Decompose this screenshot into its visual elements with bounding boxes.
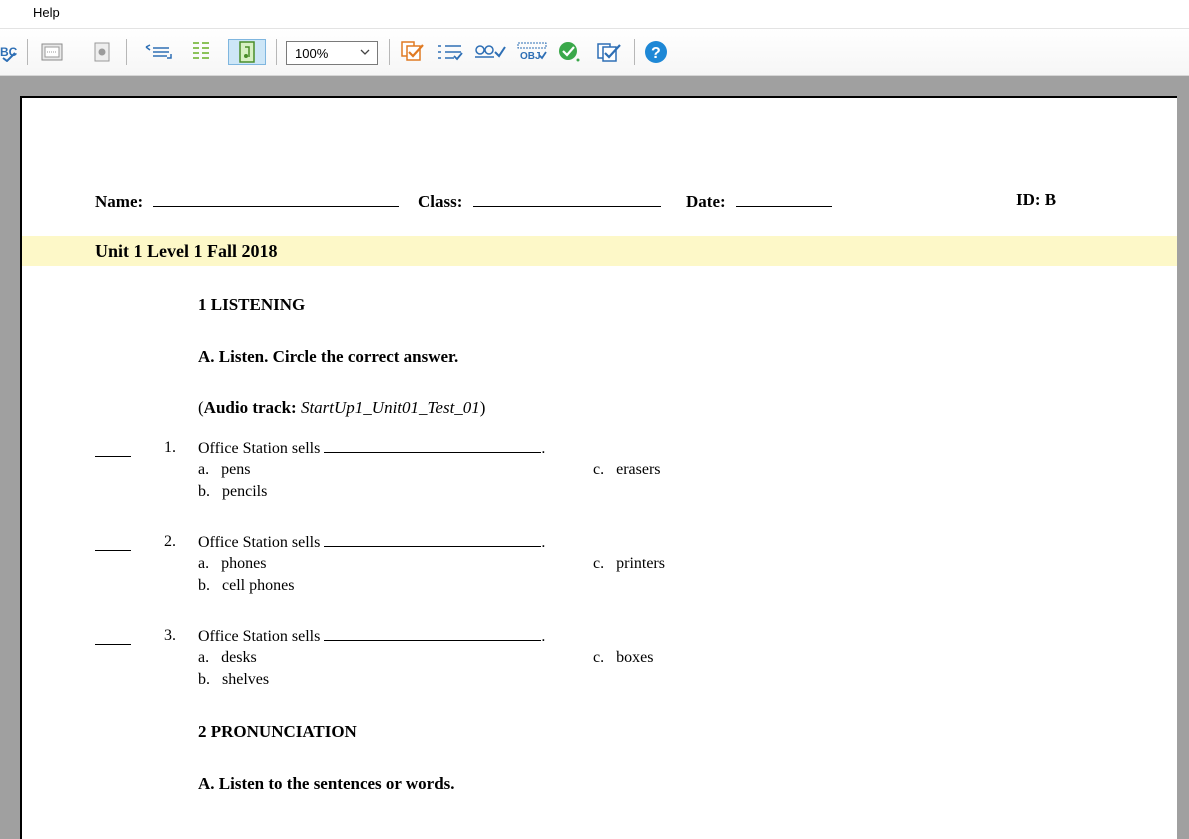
audio-paren-close: ) — [479, 398, 486, 417]
document-viewer[interactable]: Name: Class: Date: ID: B Unit 1 Level 1 … — [0, 76, 1189, 839]
audio-track-line: (Audio track: StartUp1_Unit01_Test_01) — [198, 398, 485, 418]
menu-bar: Help — [0, 0, 1189, 28]
name-field: Name: — [95, 190, 400, 212]
question-fill-line — [324, 533, 542, 547]
spell-check-icon[interactable] — [472, 39, 508, 65]
svg-text:OBJ: OBJ — [520, 51, 541, 62]
option-letter: c. — [593, 555, 605, 572]
checklist-icon[interactable] — [595, 39, 625, 65]
chevron-down-icon — [359, 45, 371, 62]
id-label: ID: B — [1016, 190, 1057, 209]
option-letter: b. — [198, 577, 210, 594]
toolbar-separator — [276, 39, 277, 65]
class-label: Class: — [418, 192, 463, 211]
question-text: Office Station sells. — [198, 439, 546, 457]
option-a[interactable]: a. phones — [198, 555, 266, 573]
option-letter: a. — [198, 555, 210, 572]
help-icon[interactable]: ? — [642, 39, 670, 65]
option-letter: b. — [198, 483, 210, 500]
question-number: 3. — [164, 627, 176, 644]
unit-title: Unit 1 Level 1 Fall 2018 — [95, 241, 278, 261]
option-text: boxes — [616, 649, 654, 666]
question-text: Office Station sells. — [198, 627, 546, 645]
option-letter: c. — [593, 649, 605, 666]
option-a[interactable]: a. desks — [198, 649, 257, 667]
option-text: phones — [221, 555, 267, 572]
class-blank[interactable] — [472, 190, 661, 207]
date-label: Date: — [686, 192, 726, 211]
option-letter: a. — [198, 461, 210, 478]
check-icon[interactable] — [555, 39, 585, 65]
option-b[interactable]: b. cell phones — [198, 577, 294, 595]
name-blank[interactable] — [153, 190, 400, 207]
answer-blank[interactable] — [95, 456, 131, 457]
zoom-value: 100% — [295, 45, 329, 61]
question-fill-line — [324, 439, 542, 453]
question-fill-line — [324, 627, 542, 641]
indent-icon[interactable] — [138, 39, 178, 65]
option-text: pens — [221, 461, 251, 478]
objective-icon[interactable]: OBJ — [515, 39, 549, 65]
option-text: erasers — [616, 461, 661, 478]
option-text: desks — [221, 649, 257, 666]
section-title-listening: 1 LISTENING — [198, 295, 306, 314]
option-c[interactable]: c. boxes — [593, 649, 653, 667]
answer-blank[interactable] — [95, 644, 131, 645]
option-b[interactable]: b. pencils — [198, 483, 267, 501]
section-title-pronunciation: 2 PRONUNCIATION — [198, 722, 357, 741]
option-letter: c. — [593, 461, 605, 478]
date-field: Date: — [686, 190, 832, 212]
option-text: pencils — [222, 483, 268, 500]
option-c[interactable]: c. erasers — [593, 461, 661, 479]
name-label: Name: — [95, 192, 144, 211]
toolbar-separator — [27, 39, 28, 65]
question-number: 2. — [164, 533, 176, 550]
record-icon[interactable] — [90, 39, 114, 65]
option-text: shelves — [222, 671, 270, 688]
option-a[interactable]: a. pens — [198, 461, 250, 479]
keypad-icon[interactable] — [38, 39, 66, 65]
zoom-select[interactable]: 100% — [286, 41, 378, 65]
toolbar-separator — [389, 39, 390, 65]
question-stem: Office Station sells — [198, 440, 321, 457]
menu-help[interactable]: Help — [33, 5, 60, 20]
list-icon[interactable] — [188, 39, 214, 65]
question-stem: Office Station sells — [198, 534, 321, 551]
option-letter: b. — [198, 671, 210, 688]
option-text: printers — [616, 555, 665, 572]
audio-track-label: Audio track: — [203, 398, 297, 417]
spellcheck-icon[interactable]: BC — [0, 39, 18, 65]
class-field: Class: — [418, 190, 661, 212]
numbered-list-icon[interactable] — [435, 39, 465, 65]
question-stem: Office Station sells — [198, 628, 321, 645]
toolbar-separator — [126, 39, 127, 65]
page-view-icon[interactable] — [228, 39, 266, 65]
toolbar-separator — [634, 39, 635, 65]
question-text: Office Station sells. — [198, 533, 546, 551]
option-b[interactable]: b. shelves — [198, 671, 269, 689]
option-c[interactable]: c. printers — [593, 555, 665, 573]
date-blank[interactable] — [735, 190, 832, 207]
document-page: Name: Class: Date: ID: B Unit 1 Level 1 … — [20, 96, 1177, 839]
audio-track-name: StartUp1_Unit01_Test_01 — [300, 398, 480, 417]
answer-blank[interactable] — [95, 550, 131, 551]
question-number: 1. — [164, 439, 176, 456]
option-text: cell phones — [222, 577, 295, 594]
section-instruction: A. Listen to the sentences or words. — [198, 774, 455, 793]
option-letter: a. — [198, 649, 210, 666]
toolbar: BC 100% OBJ ? — [0, 28, 1189, 76]
svg-text:BC: BC — [0, 45, 18, 59]
section-instruction: A. Listen. Circle the correct answer. — [198, 347, 459, 366]
svg-text:?: ? — [651, 45, 661, 62]
answer-key-icon[interactable] — [398, 39, 428, 65]
